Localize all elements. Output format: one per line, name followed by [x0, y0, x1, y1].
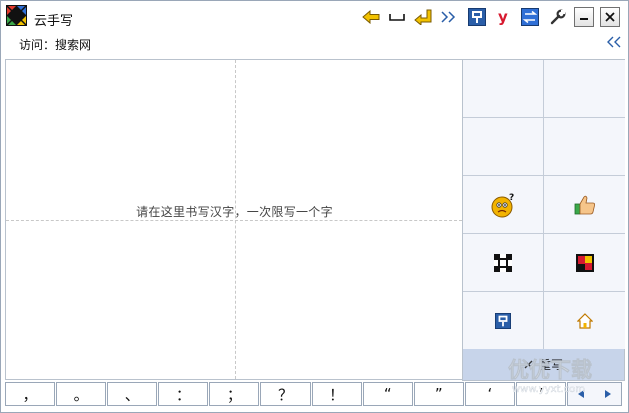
punct-key-colon[interactable]: ： — [158, 382, 209, 406]
minimize-icon — [580, 18, 588, 20]
punct-key-period[interactable]: 。 — [56, 382, 107, 406]
minimize-button[interactable] — [574, 7, 594, 27]
visit-bar: 访问：搜索网 — [19, 36, 91, 53]
home-icon — [576, 312, 593, 329]
wrench-icon — [550, 9, 566, 25]
punct-key-left-single-quote[interactable]: ‘ — [464, 382, 515, 406]
expand-button[interactable] — [439, 7, 459, 27]
confused-face-icon: ? — [491, 193, 514, 217]
pinyin-icon — [495, 312, 511, 329]
candidate-slot-4[interactable] — [544, 118, 625, 176]
app-window: 云手写 y 访问：搜索网 请在这里书写汉字，一次限写一个字 ? 重写 ， 。 、… — [0, 0, 629, 413]
horizontal-guide-line — [6, 220, 462, 221]
youdao-icon: y — [498, 8, 508, 26]
double-chevron-right-icon — [441, 11, 456, 23]
app-title: 云手写 — [34, 14, 74, 29]
mode-button-2[interactable] — [544, 234, 625, 292]
space-icon — [389, 14, 405, 21]
punct-key-left-double-quote[interactable]: “ — [362, 382, 413, 406]
pinyin-icon — [468, 8, 486, 26]
mode-button-1[interactable] — [463, 234, 544, 292]
candidate-slot-2[interactable] — [544, 60, 625, 118]
pinyin-button[interactable] — [467, 7, 487, 27]
double-chevron-left-icon — [607, 36, 621, 48]
punctuation-bar: ， 。 、 ： ； ？ ！ “ ” ‘ ’ — [5, 382, 623, 408]
punct-key-enumeration-comma[interactable]: 、 — [107, 382, 158, 406]
candidate-panel: ? — [462, 59, 625, 350]
punct-key-comma[interactable]: ， — [5, 382, 56, 406]
triangle-right-icon — [604, 390, 611, 398]
help-button[interactable]: ? — [463, 176, 544, 234]
visit-site-link[interactable]: 搜索网 — [55, 38, 91, 52]
color-block-icon — [575, 253, 594, 272]
close-icon — [605, 12, 615, 22]
punct-key-exclamation[interactable]: ！ — [311, 382, 362, 406]
triangle-left-icon — [578, 390, 585, 398]
punct-key-question[interactable]: ？ — [260, 382, 311, 406]
pinyin-panel-button[interactable] — [463, 292, 544, 350]
enter-icon — [414, 9, 432, 25]
back-arrow-button[interactable] — [361, 7, 381, 27]
enter-button[interactable] — [413, 7, 433, 27]
title-bar: 云手写 y — [1, 1, 628, 33]
like-button[interactable] — [544, 176, 625, 234]
arrow-left-icon — [362, 10, 380, 24]
writing-pad[interactable]: 请在这里书写汉字，一次限写一个字 — [5, 59, 462, 380]
black-cross-icon — [494, 253, 512, 272]
punct-key-right-single-quote[interactable]: ’ — [515, 382, 567, 406]
close-icon — [524, 360, 533, 369]
writing-hint: 请在这里书写汉字，一次限写一个字 — [136, 205, 333, 219]
rewrite-button[interactable]: 重写 — [462, 349, 625, 381]
thumbs-up-icon — [574, 195, 595, 214]
punct-page-nav[interactable] — [567, 382, 623, 406]
punct-key-semicolon[interactable]: ； — [209, 382, 260, 406]
rewrite-label: 重写 — [538, 358, 563, 372]
candidate-slot-1[interactable] — [463, 60, 544, 118]
home-button[interactable] — [544, 292, 625, 350]
app-logo-icon — [6, 5, 27, 26]
switch-button[interactable] — [520, 7, 540, 27]
close-button[interactable] — [600, 7, 620, 27]
punct-key-right-double-quote[interactable]: ” — [413, 382, 464, 406]
space-button[interactable] — [387, 7, 407, 27]
settings-button[interactable] — [548, 7, 568, 27]
swap-icon — [521, 8, 539, 26]
visit-label: 访问： — [19, 38, 56, 52]
youdao-button[interactable]: y — [494, 7, 514, 27]
svg-text:y: y — [498, 8, 508, 26]
candidate-slot-3[interactable] — [463, 118, 544, 176]
collapse-button[interactable] — [605, 35, 623, 51]
svg-text:?: ? — [509, 193, 514, 203]
